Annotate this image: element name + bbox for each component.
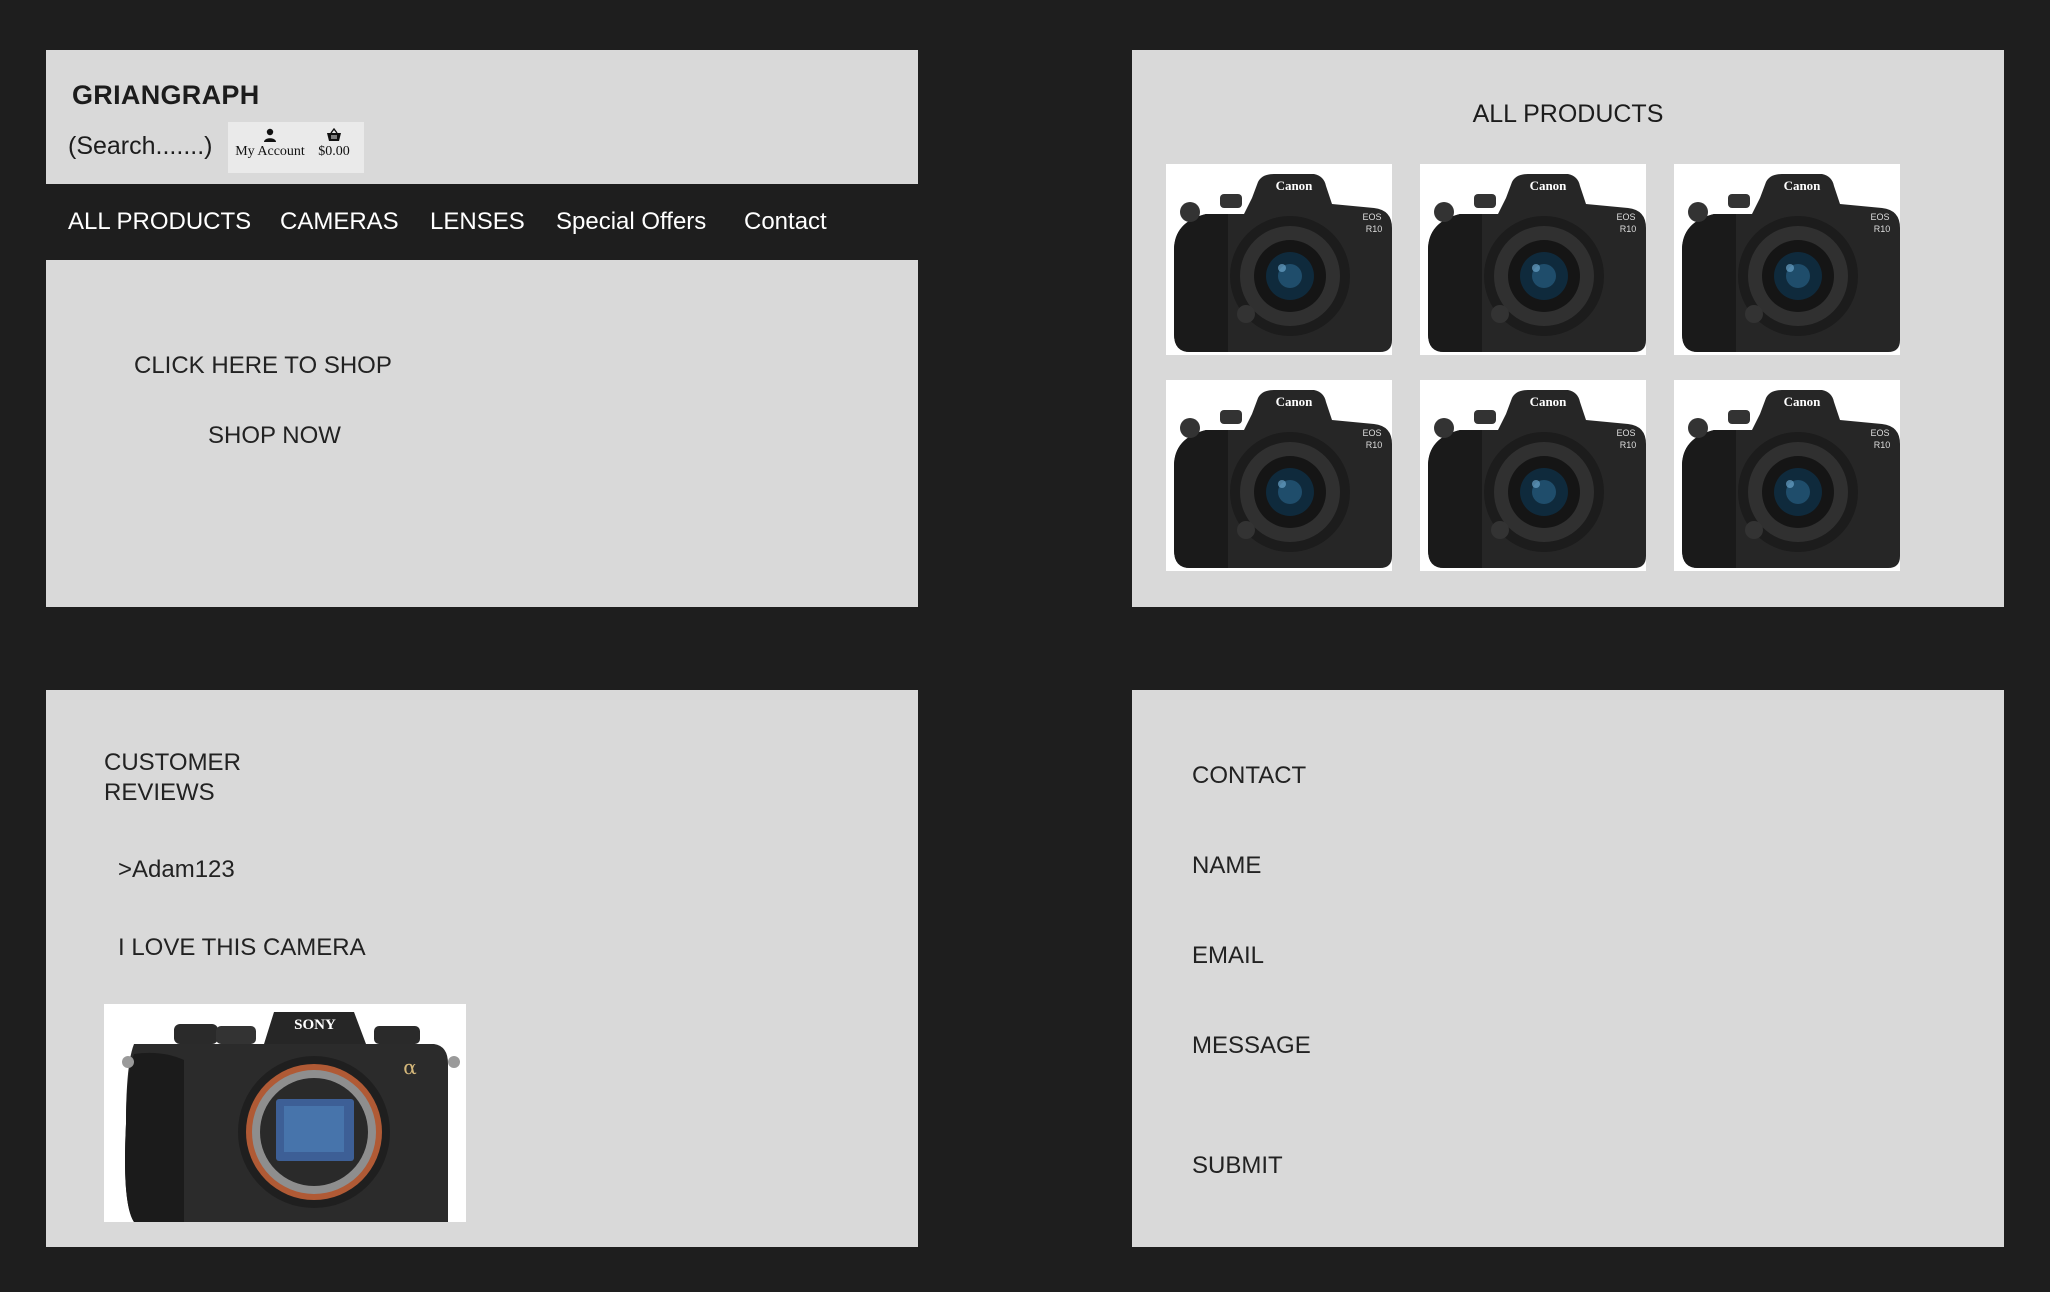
cart-total: $0.00 xyxy=(318,144,350,159)
product-card[interactable]: Canon EOS R10 xyxy=(1674,380,1900,571)
canon-brand-label: Canon xyxy=(1784,394,1822,409)
home-panel: GRIANGRAPH (Search.......) My Account $0… xyxy=(46,50,918,607)
main-nav: ALL PRODUCTS CAMERAS LENSES Special Offe… xyxy=(46,184,918,260)
brand-logo[interactable]: GRIANGRAPH xyxy=(72,80,260,111)
canon-model-line2: R10 xyxy=(1620,224,1637,234)
nav-special-offers[interactable]: Special Offers xyxy=(556,208,706,236)
canon-model-line1: EOS xyxy=(1362,428,1381,438)
canon-model-line2: R10 xyxy=(1874,440,1891,450)
canon-model-line2: R10 xyxy=(1366,224,1383,234)
canon-model-line2: R10 xyxy=(1874,224,1891,234)
sony-camera-image: SONY α xyxy=(104,1004,466,1222)
canon-brand-label: Canon xyxy=(1276,394,1314,409)
shop-now-button[interactable]: SHOP NOW xyxy=(208,422,341,450)
search-input[interactable]: (Search.......) xyxy=(68,132,212,161)
hero-headline[interactable]: CLICK HERE TO SHOP xyxy=(134,352,392,380)
nav-lenses[interactable]: LENSES xyxy=(430,208,525,236)
canon-camera-image: Canon EOS R10 xyxy=(1420,164,1646,355)
reviews-title-line1: CUSTOMER xyxy=(104,749,241,776)
sony-camera-illustration: SONY α xyxy=(104,1004,466,1222)
my-account-label: My Account xyxy=(235,144,305,159)
submit-button[interactable]: SUBMIT xyxy=(1192,1152,1283,1180)
review-author: >Adam123 xyxy=(118,856,235,883)
contact-title: CONTACT xyxy=(1192,762,1307,789)
canon-brand-label: Canon xyxy=(1530,394,1568,409)
canon-camera-image: Canon EOS R10 xyxy=(1674,164,1900,355)
basket-icon xyxy=(327,128,341,141)
sony-brand-label: SONY xyxy=(294,1017,336,1033)
reviews-panel: CUSTOMER REVIEWS >Adam123 I LOVE THIS CA… xyxy=(46,690,918,1247)
canon-model-line2: R10 xyxy=(1366,440,1383,450)
cart-button[interactable]: $0.00 xyxy=(312,128,356,160)
canon-brand-label: Canon xyxy=(1784,178,1822,193)
my-account-button[interactable]: My Account xyxy=(234,128,306,160)
canon-camera-image: Canon EOS R10 xyxy=(1166,380,1392,571)
canon-brand-label: Canon xyxy=(1530,178,1568,193)
canon-brand-label: Canon xyxy=(1276,178,1314,193)
canon-model-line2: R10 xyxy=(1620,440,1637,450)
product-card[interactable]: Canon EOS R10 xyxy=(1166,164,1392,355)
canon-model-line1: EOS xyxy=(1362,212,1381,222)
nav-cameras[interactable]: CAMERAS xyxy=(280,208,399,236)
product-card[interactable]: Canon EOS R10 xyxy=(1166,380,1392,571)
account-cart-box: My Account $0.00 xyxy=(228,122,364,173)
canon-model-line1: EOS xyxy=(1616,428,1635,438)
canon-model-line1: EOS xyxy=(1870,212,1889,222)
email-field[interactable]: EMAIL xyxy=(1192,942,1264,970)
product-card[interactable]: Canon EOS R10 xyxy=(1674,164,1900,355)
nav-all-products[interactable]: ALL PRODUCTS xyxy=(68,208,251,236)
reviews-title: CUSTOMER REVIEWS xyxy=(104,748,241,808)
canon-model-line1: EOS xyxy=(1616,212,1635,222)
alpha-badge: α xyxy=(403,1055,417,1079)
canon-camera-image: Canon EOS R10 xyxy=(1166,164,1392,355)
products-panel: ALL PRODUCTS Canon EOS R10 Canon EOS R10 Canon… xyxy=(1132,50,2004,607)
product-card[interactable]: Canon EOS R10 xyxy=(1420,164,1646,355)
canon-camera-image: Canon EOS R10 xyxy=(1420,380,1646,571)
canon-model-line1: EOS xyxy=(1870,428,1889,438)
nav-contact[interactable]: Contact xyxy=(744,208,827,236)
contact-panel: CONTACT NAME EMAIL MESSAGE SUBMIT xyxy=(1132,690,2004,1247)
products-title: ALL PRODUCTS xyxy=(1472,100,1664,128)
name-field[interactable]: NAME xyxy=(1192,852,1261,880)
message-field[interactable]: MESSAGE xyxy=(1192,1032,1311,1060)
reviews-title-line2: REVIEWS xyxy=(104,779,215,806)
canon-camera-image: Canon EOS R10 xyxy=(1674,380,1900,571)
product-card[interactable]: Canon EOS R10 xyxy=(1420,380,1646,571)
site-header: GRIANGRAPH (Search.......) My Account $0… xyxy=(46,50,918,184)
review-text: I LOVE THIS CAMERA xyxy=(118,934,366,961)
user-icon xyxy=(264,128,276,142)
